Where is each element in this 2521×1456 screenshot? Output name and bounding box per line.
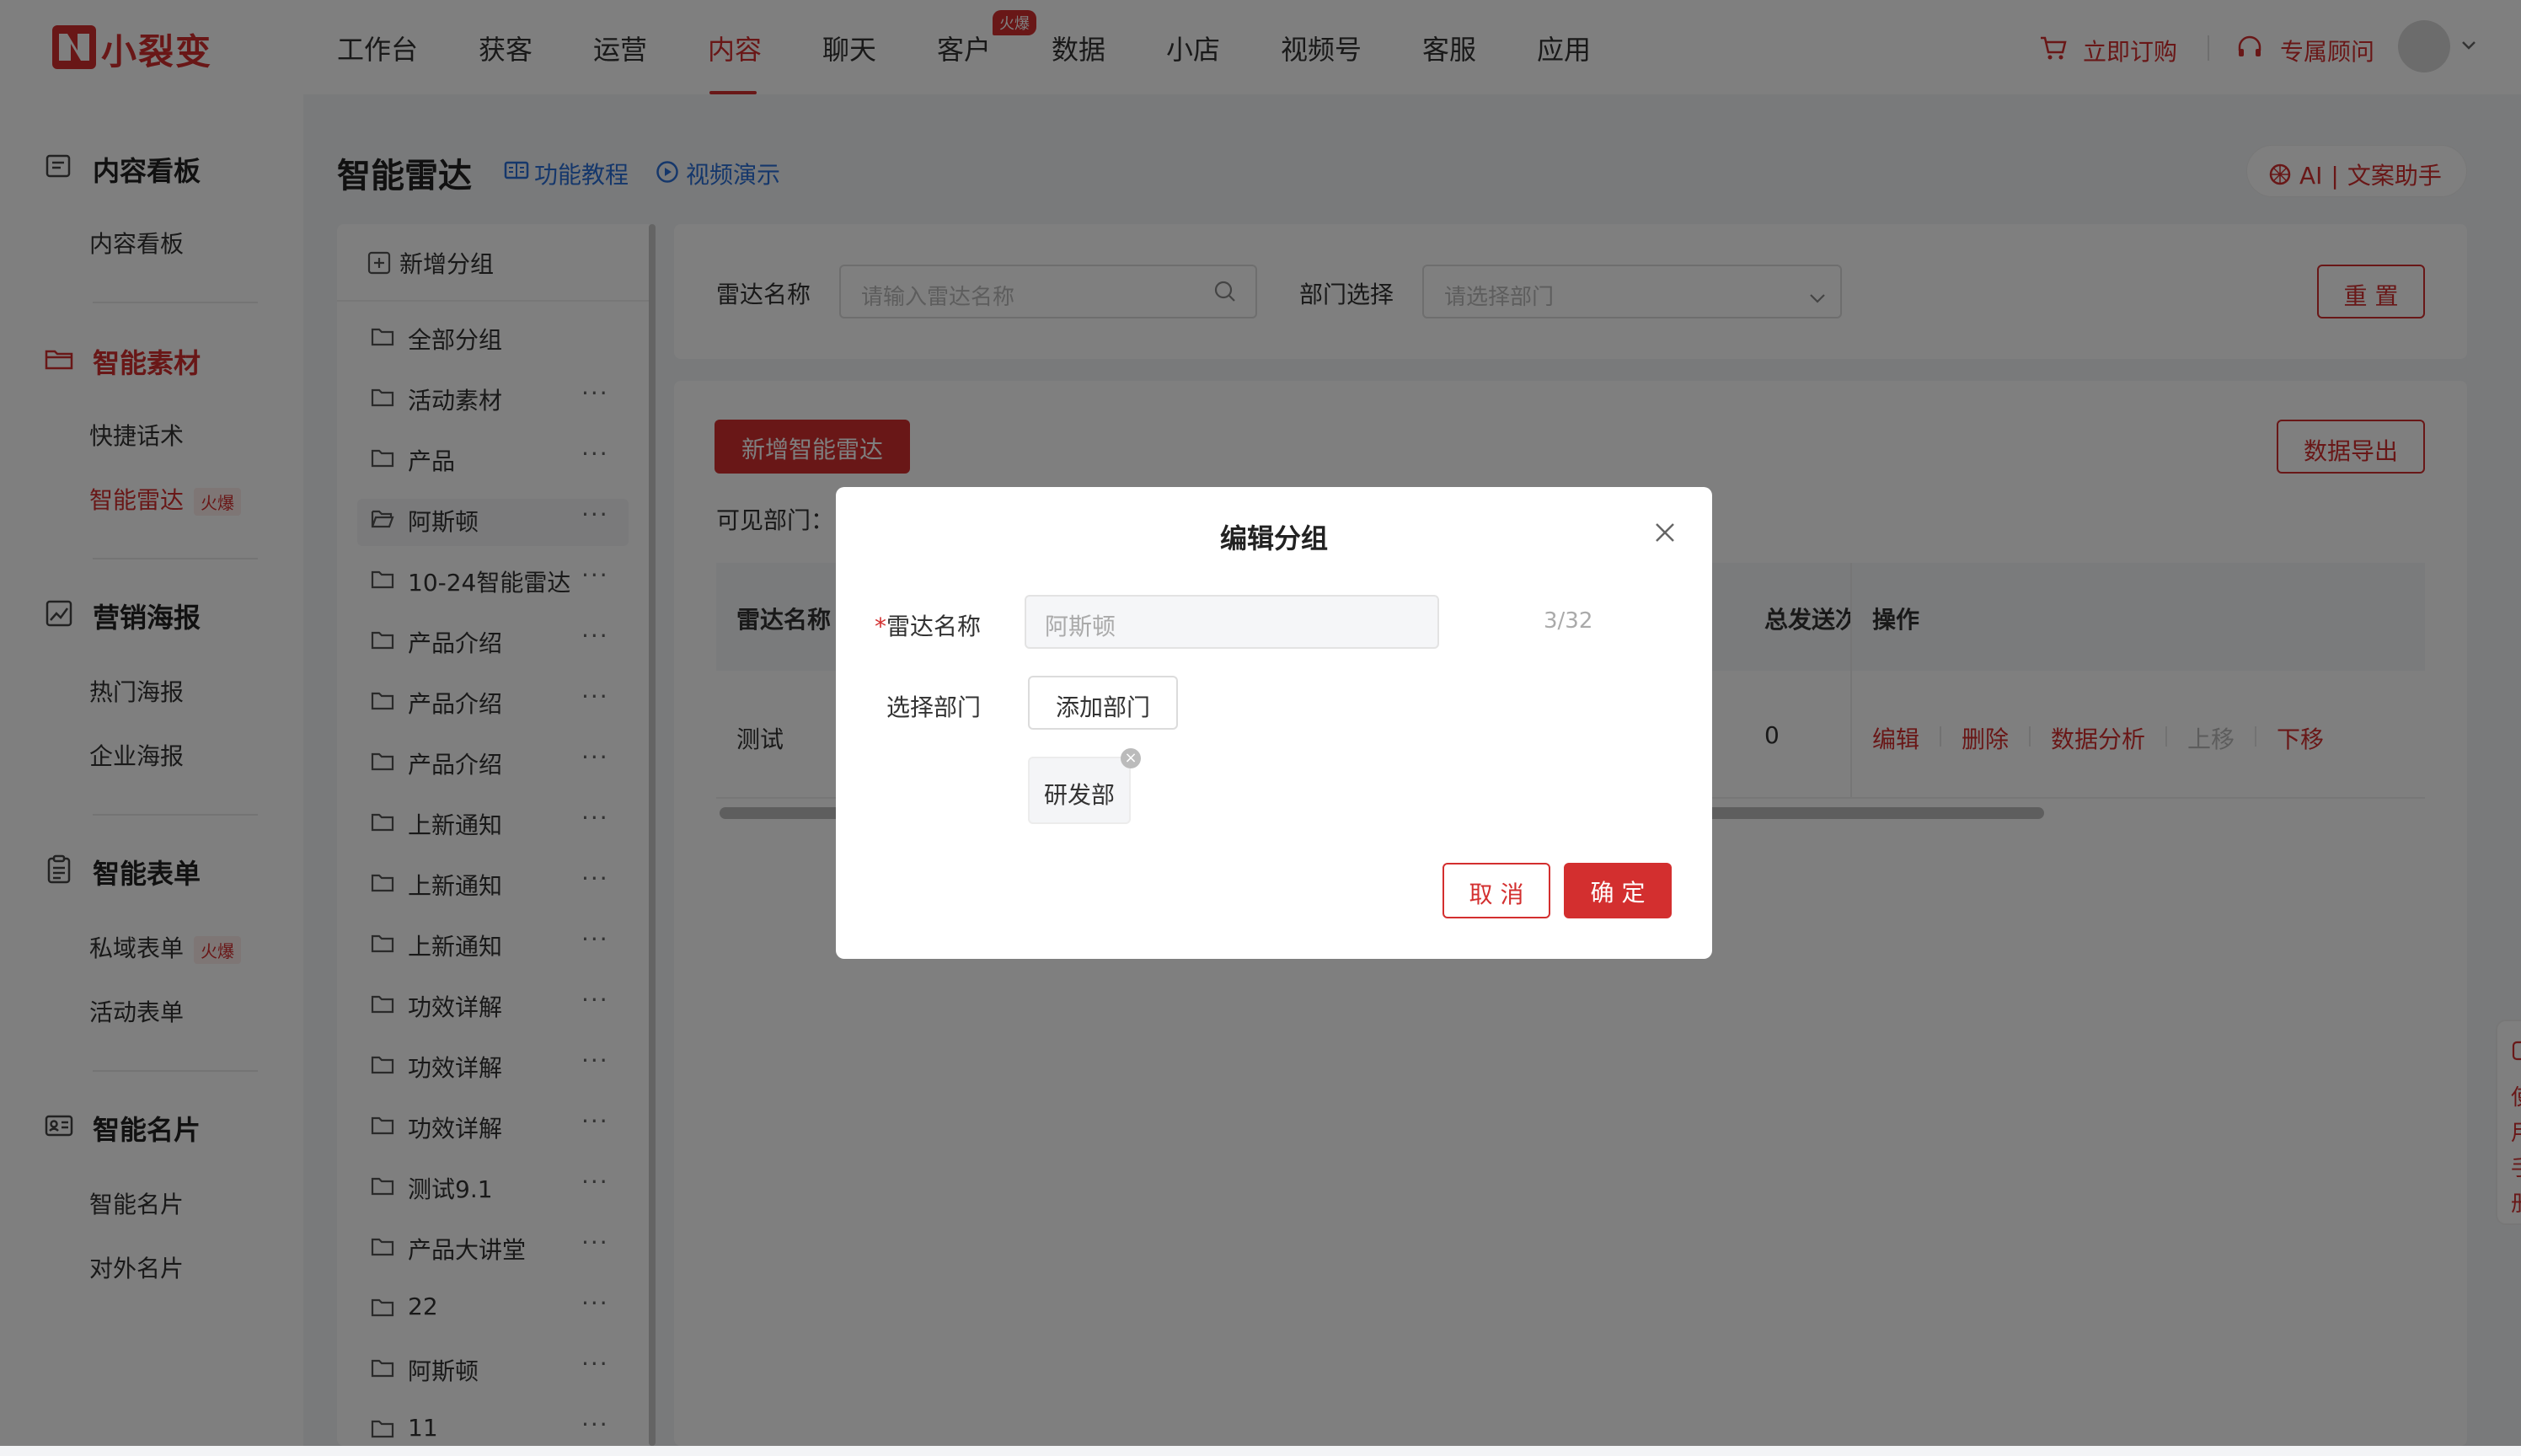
- dialog-title: 编辑分组: [1219, 522, 1328, 554]
- required-mark: *: [875, 613, 886, 640]
- confirm-button[interactable]: 确 定: [1564, 863, 1672, 918]
- char-count: 3/32: [1544, 608, 1593, 634]
- add-dept-button[interactable]: 添加部门: [1028, 676, 1178, 730]
- close-icon[interactable]: [1651, 519, 1678, 546]
- radar-name-input[interactable]: 阿斯顿: [1025, 595, 1439, 649]
- dialog-dept-label: 选择部门: [886, 693, 982, 721]
- cancel-button[interactable]: 取 消: [1442, 863, 1550, 918]
- dialog-name-label-text: 雷达名称: [886, 613, 982, 640]
- dialog-name-label: *雷达名称: [875, 608, 981, 642]
- remove-tag-icon[interactable]: ×: [1121, 748, 1141, 768]
- edit-group-dialog: 编辑分组 *雷达名称 阿斯顿 3/32 选择部门 添加部门 研发部 × 取 消 …: [836, 487, 1712, 959]
- dept-tag: 研发部: [1028, 757, 1131, 824]
